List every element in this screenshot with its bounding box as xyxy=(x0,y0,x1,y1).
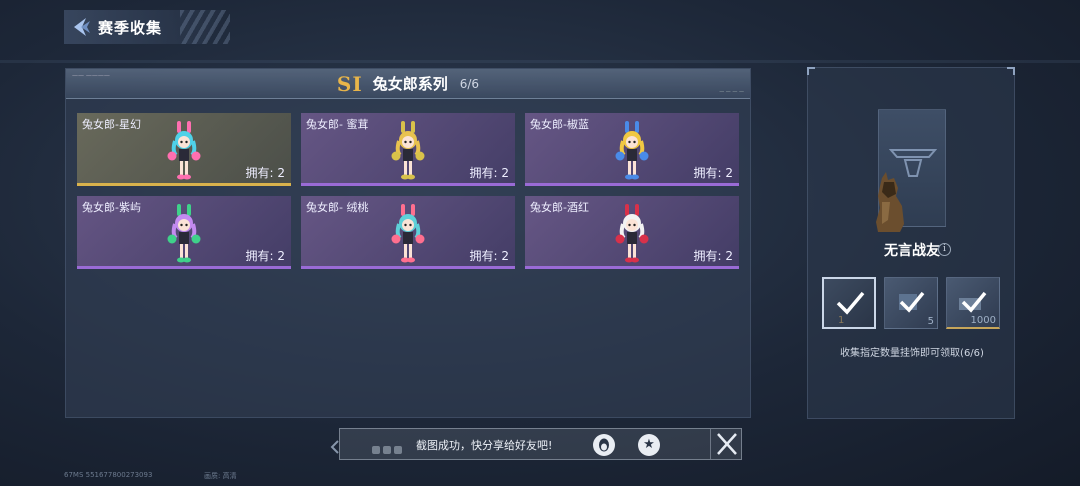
item-card-rongtao[interactable]: 兔女郎- 绒桃 拥有: 2 xyxy=(301,196,515,269)
share-qq-button[interactable] xyxy=(593,434,615,456)
collection-titlebar: —— ———— SI 兔女郎系列 6/6 — — — — xyxy=(66,69,750,99)
info-icon[interactable]: i xyxy=(938,243,951,256)
reward-description: 收集指定数量挂饰即可领取(6/6) xyxy=(840,348,984,359)
background-stripe xyxy=(0,60,1080,63)
header-decoration xyxy=(180,10,230,44)
collection-count: 6/6 xyxy=(459,76,480,91)
close-button[interactable] xyxy=(710,429,742,459)
reward-panel: 无言战友 i 1 5 1000 收集指定数量挂饰即可领取(6/6) xyxy=(807,67,1015,419)
panel-corner-tag: —— ———— xyxy=(72,72,110,79)
qq-penguin-icon xyxy=(599,438,609,452)
collection-title: 兔女郎系列 xyxy=(372,75,448,93)
reward-name: 无言战友 xyxy=(884,243,940,259)
item-card-jiuhong[interactable]: 兔女郎-酒红 拥有: 2 xyxy=(525,196,739,269)
item-name: 兔女郎-椒蓝 xyxy=(530,118,589,131)
item-owned-count: 拥有: 2 xyxy=(245,166,286,180)
item-card-mirong[interactable]: 兔女郎- 蜜茸 拥有: 2 xyxy=(301,113,515,186)
panel-code-decoration: — — — — xyxy=(719,89,744,95)
item-owned-count: 拥有: 2 xyxy=(469,166,510,180)
footer-quality: 画质: 高清 xyxy=(204,472,237,480)
star-icon: ★ xyxy=(643,437,655,452)
item-name: 兔女郎-酒红 xyxy=(530,201,589,214)
item-owned-count: 拥有: 2 xyxy=(469,249,510,263)
item-owned-count: 拥有: 2 xyxy=(693,249,734,263)
season-badge: SI xyxy=(336,71,363,96)
toast-message: 截图成功，快分享给好友吧! xyxy=(416,439,553,452)
item-card-ziyu[interactable]: 兔女郎-紫屿 拥有: 2 xyxy=(77,196,291,269)
screenshot-toast: 截图成功，快分享给好友吧! ★ xyxy=(339,428,742,460)
reward-tier-5[interactable]: 5 xyxy=(884,277,938,329)
item-name: 兔女郎- 绒桃 xyxy=(306,201,369,214)
item-owned-count: 拥有: 2 xyxy=(245,249,286,263)
bunny-figure-icon xyxy=(615,204,649,263)
item-owned-count: 拥有: 2 xyxy=(693,166,734,180)
reward-tier-1000[interactable]: 1000 xyxy=(946,277,1000,329)
item-card-xinghuan[interactable]: 兔女郎-星幻 拥有: 2 xyxy=(77,113,291,186)
back-arrow-icon xyxy=(74,18,90,36)
tier-count: 1000 xyxy=(970,315,996,326)
bunny-figure-icon xyxy=(391,204,425,263)
footer-session-info: 67MS 551677800273093 xyxy=(64,471,153,479)
back-button[interactable] xyxy=(64,10,98,44)
page-title: 赛季收集 xyxy=(98,18,163,37)
check-icon xyxy=(836,291,865,315)
item-name: 兔女郎-紫屿 xyxy=(82,201,141,214)
check-icon xyxy=(959,291,987,313)
item-card-jiaolan[interactable]: 兔女郎-椒蓝 拥有: 2 xyxy=(525,113,739,186)
bunny-figure-icon xyxy=(167,204,201,263)
collection-panel: —— ———— SI 兔女郎系列 6/6 — — — — 兔女郎-星幻 拥有: … xyxy=(65,68,751,418)
close-icon xyxy=(717,433,737,455)
item-grid: 兔女郎-星幻 拥有: 2 兔女郎- 蜜茸 拥有: 2 兔女郎-椒蓝 拥有: 2 … xyxy=(77,113,741,269)
reward-tier-1[interactable]: 1 xyxy=(822,277,876,329)
bunny-figure-icon xyxy=(615,121,649,180)
share-favorites-button[interactable]: ★ xyxy=(638,434,660,456)
dog-companion-icon xyxy=(876,172,904,232)
tier-count: 5 xyxy=(927,316,934,327)
reward-tiers: 1 5 1000 xyxy=(822,277,1000,329)
item-name: 兔女郎- 蜜茸 xyxy=(306,118,369,131)
tier-count: 1 xyxy=(838,315,845,326)
bunny-figure-icon xyxy=(391,121,425,180)
item-name: 兔女郎-星幻 xyxy=(82,118,141,131)
bunny-figure-icon xyxy=(167,121,201,180)
check-icon xyxy=(899,291,925,313)
